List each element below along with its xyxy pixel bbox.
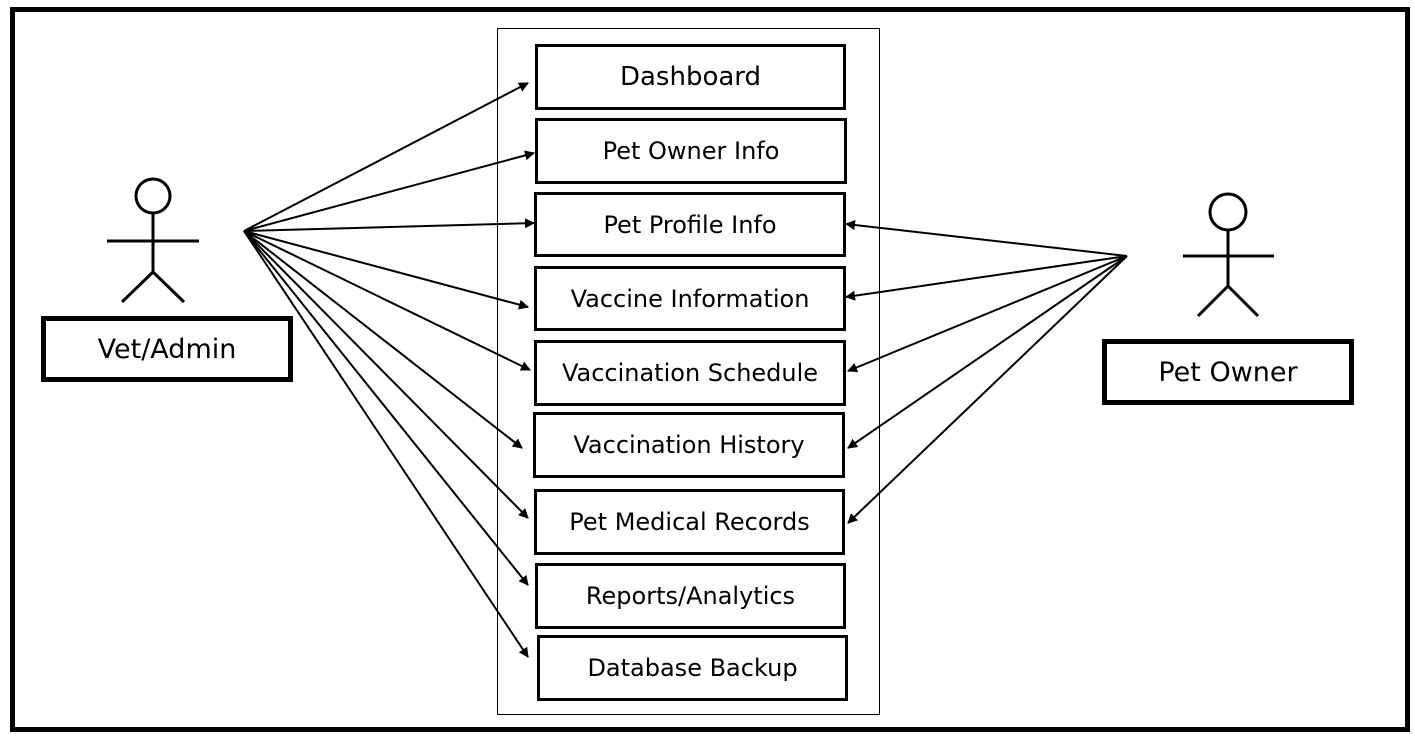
use-case-database-backup[interactable]: Database Backup [537,635,848,701]
association-arrow-pet-owner-3 [845,255,1128,301]
use-case-pet-medical-records[interactable]: Pet Medical Records [534,489,845,555]
association-arrow-vet-admin-7 [243,230,529,586]
association-arrow-vet-admin-0 [243,82,529,232]
association-arrow-pet-owner-2 [845,220,1128,257]
use-case-vaccination-history[interactable]: Vaccination History [533,412,845,478]
vet-admin-label: Vet/Admin [41,316,293,382]
pet-owner-label: Pet Owner [1102,339,1354,405]
association-arrow-pet-owner-4 [847,255,1128,373]
vet-admin-actor-icon [107,177,199,304]
use-case-reports-analytics[interactable]: Reports/Analytics [535,563,846,629]
use-case-vaccination-schedule[interactable]: Vaccination Schedule [534,340,846,406]
use-case-pet-owner-info[interactable]: Pet Owner Info [535,118,847,184]
association-arrow-vet-admin-1 [243,150,535,232]
association-arrow-pet-owner-6 [847,255,1128,524]
association-arrow-pet-owner-5 [847,255,1128,449]
use-case-vaccine-information[interactable]: Vaccine Information [534,266,846,331]
association-arrow-vet-admin-2 [243,218,535,232]
pet-owner-actor-icon [1183,192,1274,318]
use-case-pet-profile-info[interactable]: Pet Profile Info [534,192,846,257]
use-case-dashboard[interactable]: Dashboard [535,44,846,110]
